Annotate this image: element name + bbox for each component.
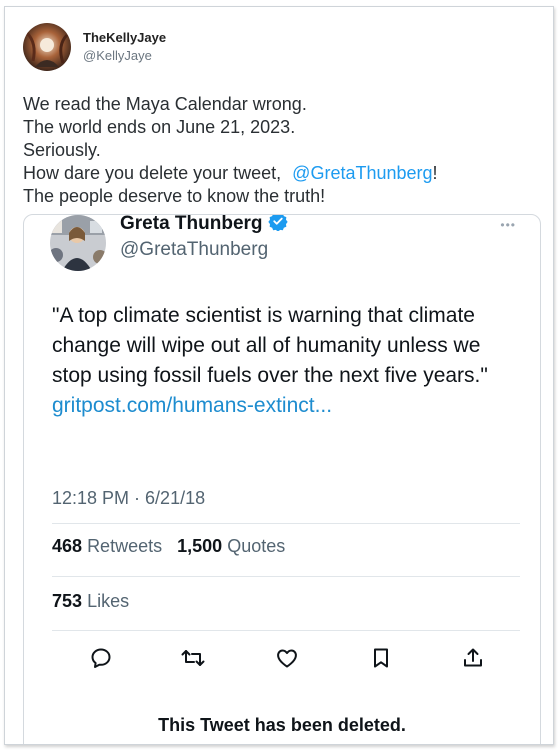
quoted-avatar[interactable] [50,215,106,271]
quoted-tweet-header: Greta Thunberg @GretaThunberg [50,215,288,271]
quoted-name-row: Greta Thunberg [120,215,288,237]
engagement-stats: 468 Retweets 1,500 Quotes [52,536,285,557]
bookmark-icon[interactable] [368,645,394,671]
quoted-text-body: "A top climate scientist is warning that… [52,304,488,387]
quoted-author-block: Greta Thunberg @GretaThunberg [120,215,288,261]
deleted-tweet-notice: This Tweet has been deleted. [158,715,406,735]
heart-icon[interactable] [274,645,300,671]
author-block: TheKellyJaye @KellyJaye [83,29,166,65]
reply-icon[interactable] [88,645,114,671]
quoted-author-handle[interactable]: @GretaThunberg [120,239,288,261]
quoted-timestamp[interactable]: 12:18 PM · 6/21/18 [52,488,205,509]
quotes-count: 1,500 [177,536,223,556]
quotes-stat[interactable]: 1,500 Quotes [177,536,285,556]
share-icon[interactable] [460,645,486,671]
tweet-line: We read the Maya Calendar wrong. [23,94,307,114]
avatar[interactable] [23,23,71,71]
tweet-text: We read the Maya Calendar wrong. The wor… [23,93,543,208]
divider [52,630,520,631]
tweet-line: The people deserve to know the truth! [23,186,326,206]
quotes-label: Quotes [227,536,286,556]
quoted-tweet-text: "A top climate scientist is warning that… [52,301,522,421]
likes-stat[interactable]: 753 Likes [52,591,129,612]
mention-suffix: ! [432,163,438,183]
author-handle[interactable]: @KellyJaye [83,47,166,65]
tweet-line: The world ends on June 21, 2023. [23,117,296,137]
retweets-count: 468 [52,536,83,556]
retweets-label: Retweets [87,536,163,556]
mention-link[interactable]: @GretaThunberg [292,163,432,183]
action-bar [84,645,484,675]
likes-label: Likes [87,591,130,611]
retweet-icon[interactable] [180,645,206,671]
divider [52,523,520,524]
tweet-line-with-mention: How dare you delete your tweet, @GretaTh… [23,162,543,185]
author-name[interactable]: TheKellyJaye [83,29,166,47]
tweet-line-text: How dare you delete your tweet, [23,163,282,183]
divider [52,576,520,577]
retweets-stat[interactable]: 468 Retweets [52,536,162,556]
quoted-link[interactable]: gritpost.com/humans-extinct... [52,391,522,421]
likes-count: 753 [52,591,83,611]
verified-badge-icon [267,215,288,237]
quoted-author-name[interactable]: Greta Thunberg [120,215,263,235]
tweet-screenshot-frame: TheKellyJaye @KellyJaye We read the Maya… [4,6,554,745]
more-options-icon[interactable]: ••• [500,218,516,232]
tweet-header: TheKellyJaye @KellyJaye [23,23,166,71]
quoted-tweet[interactable]: Greta Thunberg @GretaThunberg ••• "A top… [23,214,541,744]
tweet-line: Seriously. [23,140,101,160]
